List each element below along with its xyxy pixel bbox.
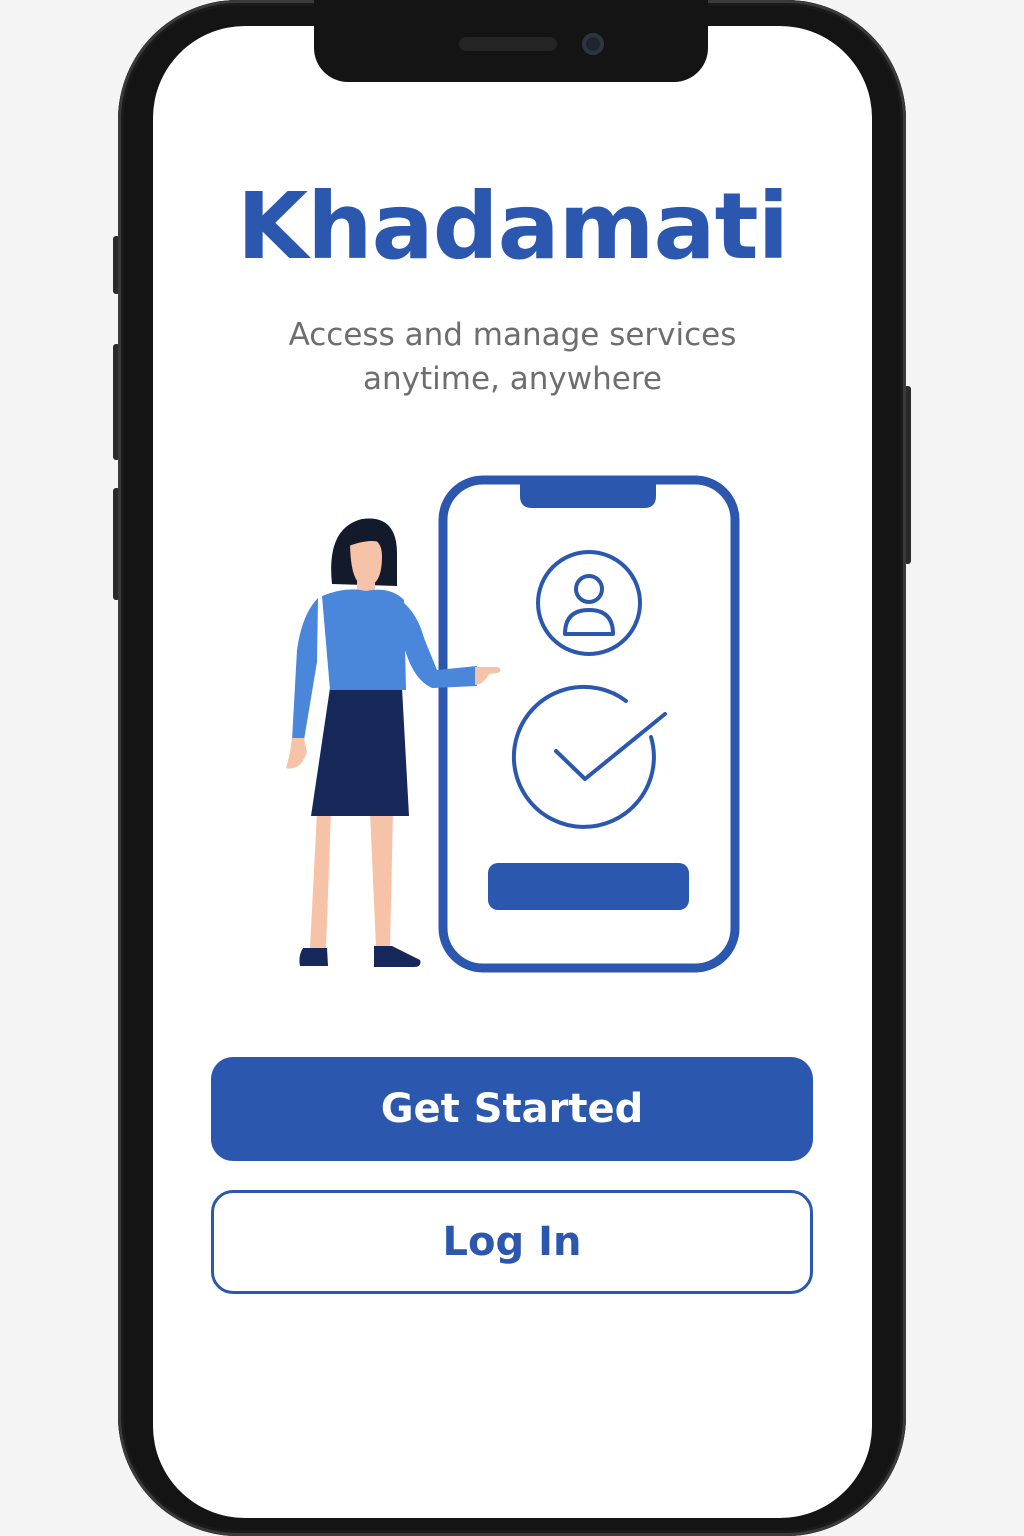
app-title: Khadamati <box>236 173 789 280</box>
tagline-line-1: Access and manage services <box>288 317 737 353</box>
speaker-grille <box>459 37 557 51</box>
device-mockup: Khadamati Access and manage services any… <box>0 0 1024 1536</box>
tagline-line-2: anytime, anywhere <box>363 361 662 397</box>
onboarding-illustration <box>286 475 740 973</box>
front-camera <box>582 33 604 55</box>
get-started-button[interactable]: Get Started <box>211 1057 813 1161</box>
log-in-button[interactable]: Log In <box>211 1190 813 1294</box>
